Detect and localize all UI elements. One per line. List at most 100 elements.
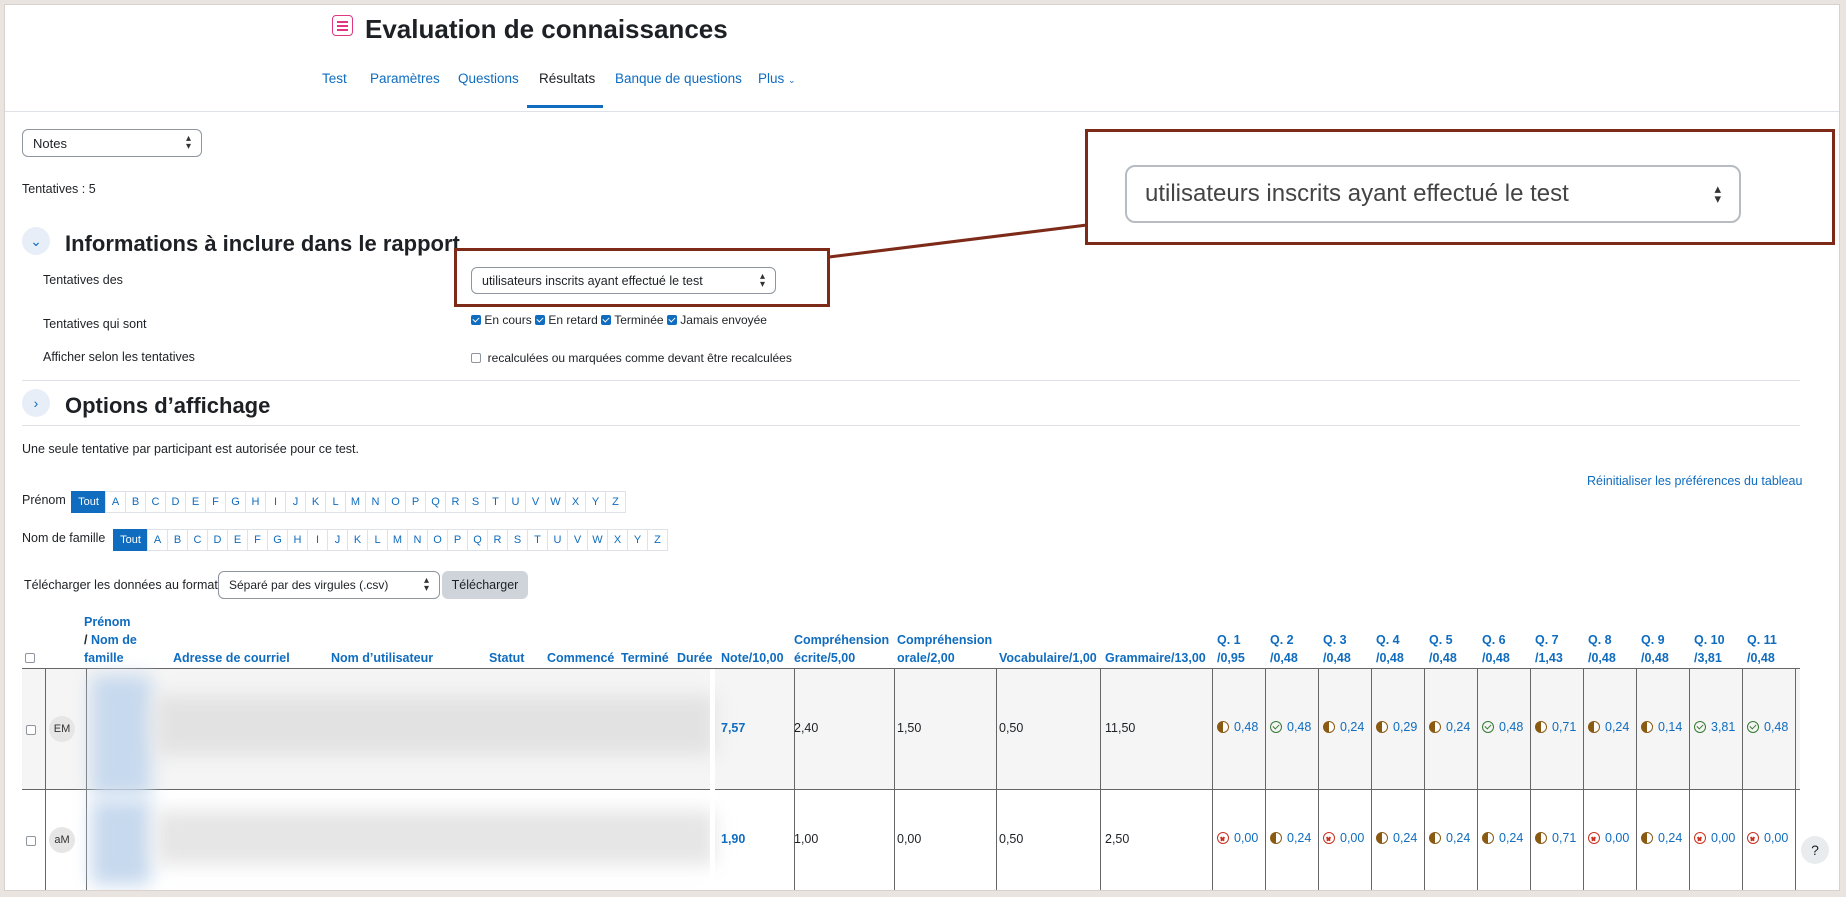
- col-question-6[interactable]: Q. 6/0,48: [1482, 631, 1510, 667]
- lastname-initial-j[interactable]: J: [327, 529, 348, 551]
- lastname-initial-y[interactable]: Y: [627, 529, 648, 551]
- col-oral[interactable]: Compréhension orale/2,00: [897, 631, 992, 667]
- firstname-initial-t[interactable]: T: [485, 491, 506, 513]
- expand-display-toggle[interactable]: ›: [22, 389, 50, 417]
- lastname-initial-e[interactable]: E: [227, 529, 248, 551]
- lastname-initial-s[interactable]: S: [507, 529, 528, 551]
- question-result[interactable]: 0,24: [1588, 720, 1629, 734]
- reset-table-preferences-link[interactable]: Réinitialiser les préférences du tableau: [1587, 474, 1802, 488]
- col-duration[interactable]: Durée: [677, 649, 712, 667]
- lastname-initial-n[interactable]: N: [407, 529, 428, 551]
- lastname-initial-k[interactable]: K: [347, 529, 368, 551]
- col-question-10[interactable]: Q. 10/3,81: [1694, 631, 1725, 667]
- grade-link[interactable]: 1,90: [721, 832, 745, 846]
- question-result[interactable]: 0,71: [1535, 831, 1576, 845]
- question-result[interactable]: 0,00: [1588, 831, 1629, 845]
- question-result[interactable]: 0,24: [1429, 720, 1470, 734]
- col-question-9[interactable]: Q. 9/0,48: [1641, 631, 1669, 667]
- checkbox-finished[interactable]: Terminée: [601, 313, 664, 327]
- lastname-initial-r[interactable]: R: [487, 529, 508, 551]
- regraded-checkbox[interactable]: [471, 353, 481, 363]
- checkbox-never-submitted[interactable]: Jamais envoyée: [666, 313, 767, 327]
- firstname-initial-b[interactable]: B: [125, 491, 146, 513]
- firstname-initial-h[interactable]: H: [245, 491, 266, 513]
- question-result[interactable]: 0,00: [1694, 831, 1735, 845]
- firstname-initial-o[interactable]: O: [385, 491, 406, 513]
- col-question-4[interactable]: Q. 4/0,48: [1376, 631, 1404, 667]
- question-result[interactable]: 0,14: [1641, 720, 1682, 734]
- firstname-initial-all[interactable]: Tout: [71, 491, 106, 513]
- col-finished[interactable]: Terminé: [621, 649, 669, 667]
- firstname-initial-v[interactable]: V: [525, 491, 546, 513]
- download-button[interactable]: Télécharger: [442, 571, 528, 599]
- col-firstname-lastname[interactable]: Prénom / Nom de famille: [84, 613, 137, 667]
- lastname-initial-l[interactable]: L: [367, 529, 388, 551]
- lastname-initial-g[interactable]: G: [267, 529, 288, 551]
- regraded-option[interactable]: recalculées ou marquées comme devant êtr…: [471, 351, 792, 365]
- firstname-initial-e[interactable]: E: [185, 491, 206, 513]
- firstname-initial-r[interactable]: R: [445, 491, 466, 513]
- select-all-checkbox[interactable]: [25, 649, 35, 667]
- lastname-initial-i[interactable]: I: [307, 529, 328, 551]
- question-result[interactable]: 0,00: [1747, 831, 1788, 845]
- question-result[interactable]: 0,48: [1270, 720, 1311, 734]
- question-result[interactable]: 0,71: [1535, 720, 1576, 734]
- firstname-initial-k[interactable]: K: [305, 491, 326, 513]
- firstname-initial-a[interactable]: A: [105, 491, 126, 513]
- question-result[interactable]: 0,48: [1747, 720, 1788, 734]
- download-format-select[interactable]: Séparé par des virgules (.csv) ▴ ▾: [218, 571, 440, 599]
- firstname-initial-q[interactable]: Q: [425, 491, 446, 513]
- lastname-initial-a[interactable]: A: [147, 529, 168, 551]
- lastname-initial-v[interactable]: V: [567, 529, 588, 551]
- firstname-initial-u[interactable]: U: [505, 491, 526, 513]
- col-written[interactable]: Compréhension écrite/5,00: [794, 631, 889, 667]
- checkbox-in-progress[interactable]: En cours: [471, 313, 532, 327]
- question-result[interactable]: 0,24: [1323, 720, 1364, 734]
- lastname-initial-w[interactable]: W: [587, 529, 608, 551]
- col-username[interactable]: Nom d’utilisateur: [331, 649, 433, 667]
- lastname-initial-o[interactable]: O: [427, 529, 448, 551]
- firstname-initial-n[interactable]: N: [365, 491, 386, 513]
- lastname-initial-p[interactable]: P: [447, 529, 468, 551]
- lastname-initial-d[interactable]: D: [207, 529, 228, 551]
- col-grammar[interactable]: Grammaire/13,00: [1105, 649, 1206, 667]
- col-question-3[interactable]: Q. 3/0,48: [1323, 631, 1351, 667]
- firstname-initial-d[interactable]: D: [165, 491, 186, 513]
- question-result[interactable]: 0,00: [1217, 831, 1258, 845]
- firstname-initial-j[interactable]: J: [285, 491, 306, 513]
- lastname-initial-t[interactable]: T: [527, 529, 548, 551]
- question-result[interactable]: 0,00: [1323, 831, 1364, 845]
- col-email[interactable]: Adresse de courriel: [173, 649, 290, 667]
- col-vocabulary[interactable]: Vocabulaire/1,00: [999, 649, 1097, 667]
- row-checkbox[interactable]: [26, 721, 36, 739]
- question-result[interactable]: 3,81: [1694, 720, 1735, 734]
- firstname-initial-c[interactable]: C: [145, 491, 166, 513]
- col-question-7[interactable]: Q. 7/1,43: [1535, 631, 1563, 667]
- row-checkbox[interactable]: [26, 832, 36, 850]
- firstname-initial-m[interactable]: M: [345, 491, 366, 513]
- col-question-1[interactable]: Q. 1/0,95: [1217, 631, 1245, 667]
- firstname-initial-i[interactable]: I: [265, 491, 286, 513]
- help-button[interactable]: ?: [1801, 836, 1829, 864]
- firstname-initial-z[interactable]: Z: [605, 491, 626, 513]
- col-question-5[interactable]: Q. 5/0,48: [1429, 631, 1457, 667]
- col-started[interactable]: Commencé: [547, 649, 614, 667]
- firstname-initial-g[interactable]: G: [225, 491, 246, 513]
- lastname-initial-m[interactable]: M: [387, 529, 408, 551]
- firstname-initial-l[interactable]: L: [325, 491, 346, 513]
- col-grade[interactable]: Note/10,00: [721, 649, 784, 667]
- col-status[interactable]: Statut: [489, 649, 524, 667]
- lastname-initial-q[interactable]: Q: [467, 529, 488, 551]
- question-result[interactable]: 0,24: [1641, 831, 1682, 845]
- question-result[interactable]: 0,24: [1376, 831, 1417, 845]
- question-result[interactable]: 0,48: [1482, 720, 1523, 734]
- lastname-initial-b[interactable]: B: [167, 529, 188, 551]
- col-question-8[interactable]: Q. 8/0,48: [1588, 631, 1616, 667]
- lastname-initial-c[interactable]: C: [187, 529, 208, 551]
- firstname-initial-y[interactable]: Y: [585, 491, 606, 513]
- firstname-initial-w[interactable]: W: [545, 491, 566, 513]
- lastname-initial-x[interactable]: X: [607, 529, 628, 551]
- lastname-initial-h[interactable]: H: [287, 529, 308, 551]
- firstname-initial-x[interactable]: X: [565, 491, 586, 513]
- grade-link[interactable]: 7,57: [721, 721, 745, 735]
